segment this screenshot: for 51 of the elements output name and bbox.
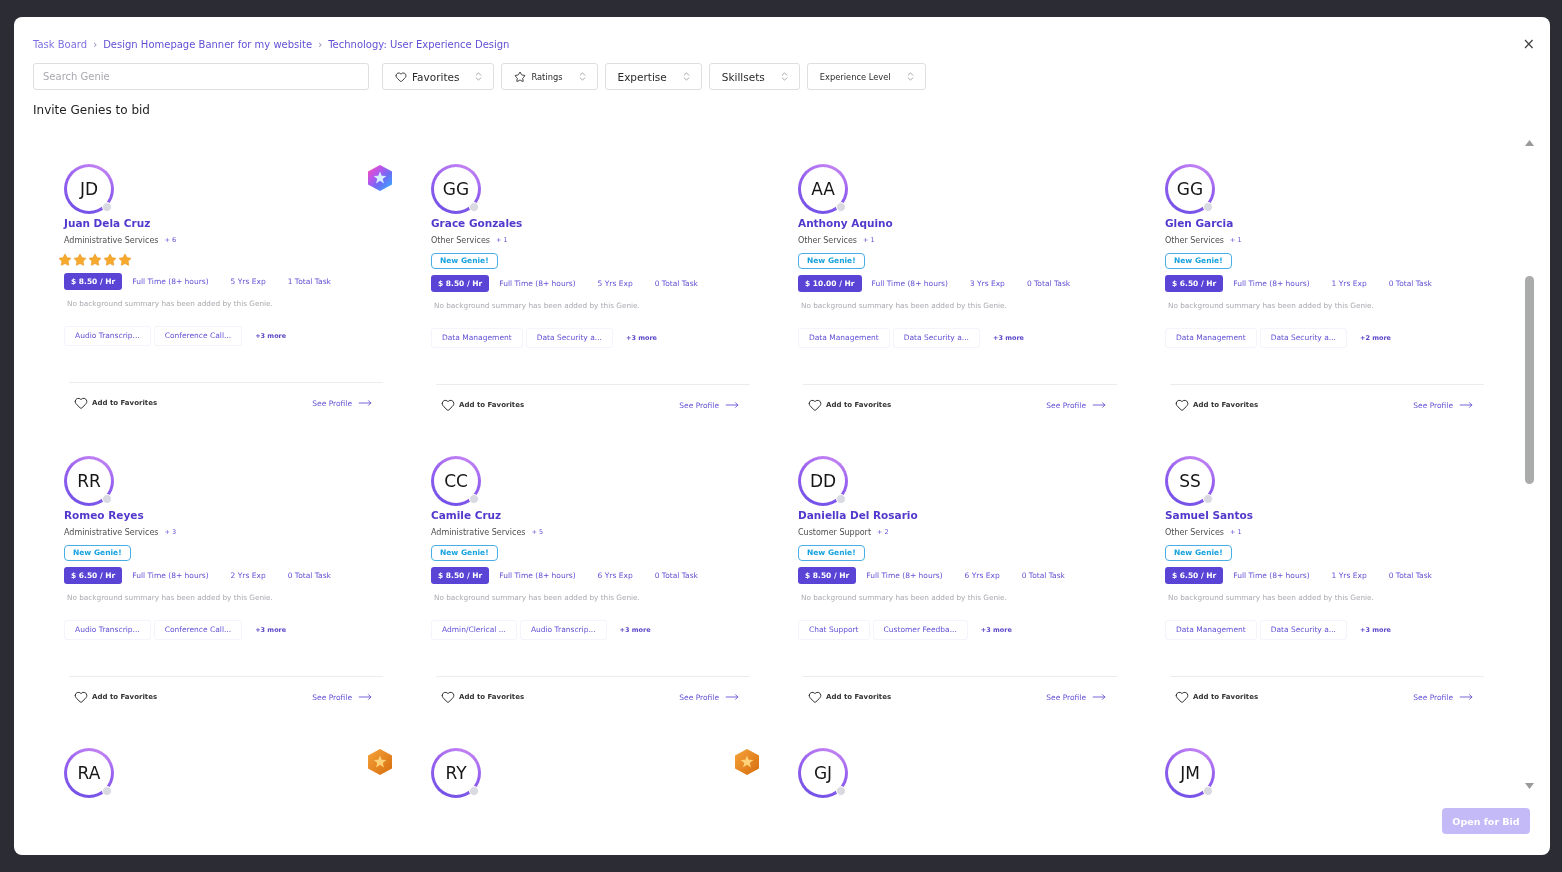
genie-name: Romeo Reyes [64,508,144,522]
search-field[interactable]: Search Genie [33,63,369,90]
service-category: Administrative Services [64,527,159,537]
avatar-initials: AA [811,179,835,199]
service-category: Administrative Services [431,527,526,537]
avatar-initials: CC [444,471,468,491]
star-icon [514,70,527,83]
avatar-initials: JD [79,179,99,199]
close-button[interactable]: × [1522,37,1535,51]
avatar-initials: RY [445,763,467,783]
filter-dropdown[interactable]: Expertise [604,63,702,90]
breadcrumb-link[interactable]: Task Board [33,38,88,50]
genie-name: Grace Gonzales [431,216,523,230]
breadcrumb-separator: › [318,38,323,50]
rating-star-icon [118,253,132,267]
scroll-down-arrow-icon[interactable] [1524,783,1534,789]
rating-star-icon [103,253,117,267]
service-category: Other Services [1165,235,1224,245]
filter-dropdown[interactable]: Favorites [382,63,495,90]
breadcrumb-separator: › [93,38,98,50]
avatar-initials: DD [809,471,837,491]
breadcrumb-link[interactable]: Technology: User Experience Design [328,38,510,50]
genie-name: Glen Garcia [1165,216,1234,230]
filter-dropdown[interactable]: Skillsets [708,63,800,90]
genie-name: Daniella Del Rosario [798,508,918,522]
service-category: Other Services [1165,527,1224,537]
genie-name: Juan Dela Cruz [64,216,151,230]
rating-star-icon [58,253,72,267]
genie-name: Camile Cruz [431,508,502,522]
rating-star-icon [88,253,102,267]
service-category: Administrative Services [64,235,159,245]
scrollbar-thumb[interactable] [1524,276,1534,484]
filter-dropdown[interactable]: Ratings [501,63,598,90]
avatar-initials: GG [1176,179,1204,199]
scroll-up-arrow-icon[interactable] [1524,140,1534,146]
avatar-initials: JM [1180,763,1200,783]
service-category: Other Services [798,235,857,245]
section-heading: Invite Genies to bid [33,103,151,118]
avatar-initials: RR [77,471,101,491]
service-category: Other Services [431,235,490,245]
avatar-initials: GJ [813,763,833,783]
avatar-initials: SS [1179,471,1201,491]
filter-dropdown[interactable]: Experience Level [806,63,926,90]
service-category: Customer Support [798,527,872,537]
rating-star-icon [73,253,87,267]
avatar-initials: GG [442,179,470,199]
heart-icon [395,70,407,83]
breadcrumb-link[interactable]: Design Homepage Banner for my website [103,38,313,50]
genie-name: Samuel Santos [1165,508,1254,522]
genie-name: Anthony Aquino [798,216,893,230]
avatar-initials: RA [77,763,101,783]
